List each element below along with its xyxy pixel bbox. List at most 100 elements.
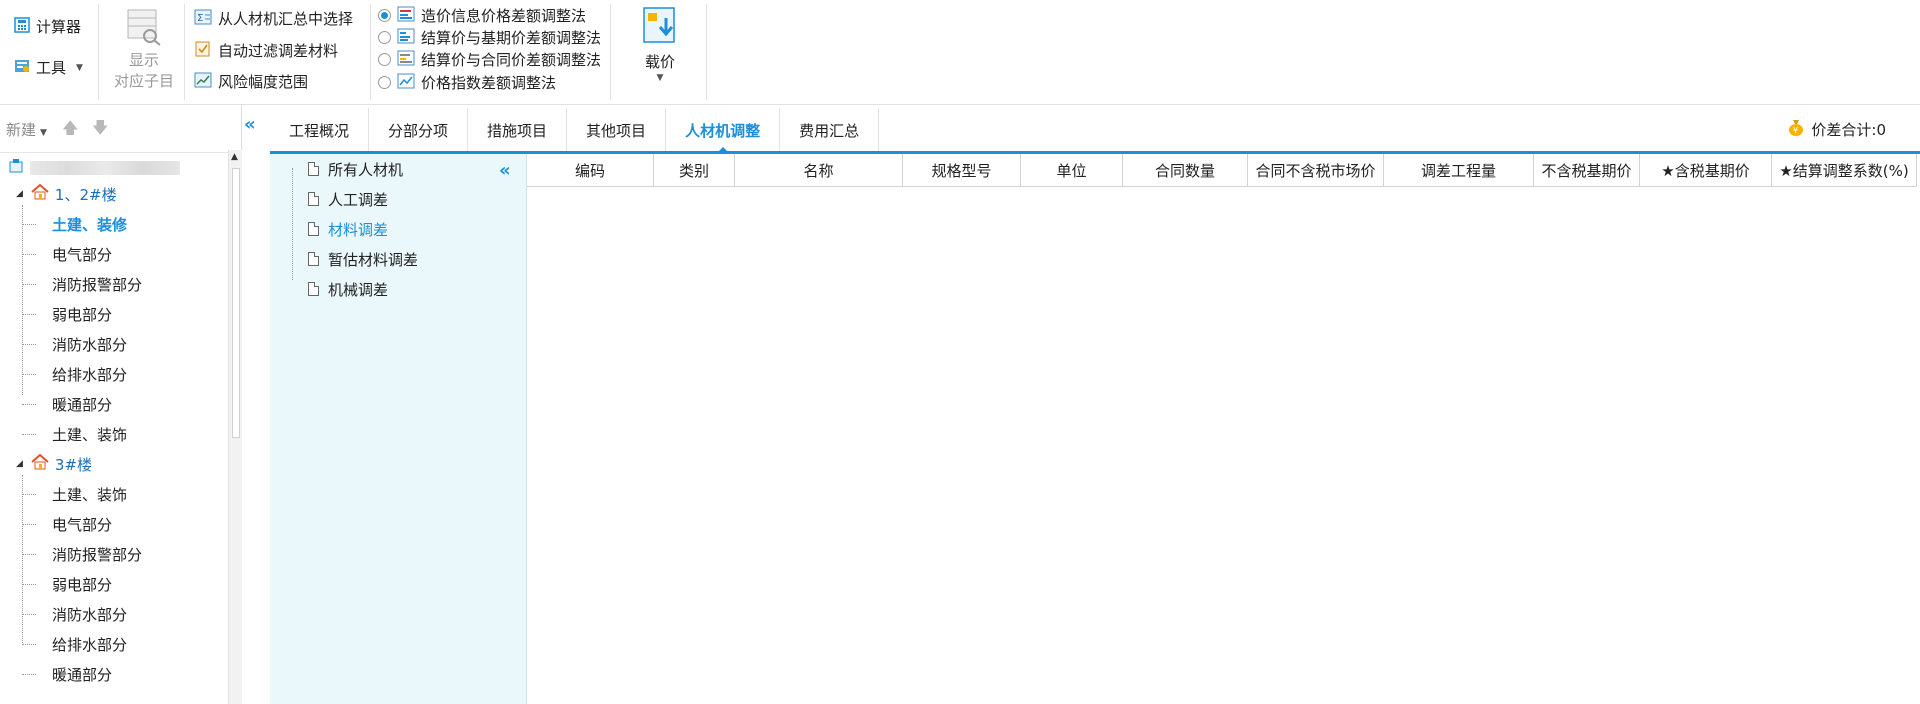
move-down-icon[interactable]: 🡇 [92, 117, 108, 144]
method-icon [397, 73, 415, 93]
tree-leaf-label: 电气部分 [52, 245, 113, 264]
load-price-button[interactable]: 载价 ▼ [626, 4, 694, 83]
project-tree: ◢ 1、2#楼 土建、装修 电气部分 消防报警部分 弱电部分 消防水部分 给排水… [0, 153, 228, 704]
category-provisional-material[interactable]: 暂估材料调差 [308, 246, 418, 272]
column-header-name[interactable]: 名称 [735, 154, 903, 186]
tree-root-label-blurred [30, 161, 180, 175]
method-option-info-price[interactable]: 造价信息价格差额调整法 [378, 5, 586, 26]
tree-leaf-label: 暖通部分 [52, 665, 113, 684]
tree-leaf[interactable]: 弱电部分 [22, 301, 112, 327]
category-label: 材料调差 [328, 220, 389, 239]
column-header-base-price-incl-tax[interactable]: ★含税基期价 [1640, 154, 1772, 186]
column-header-code[interactable]: 编码 [527, 154, 654, 186]
tree-leaf-label: 土建、装修 [52, 215, 128, 234]
tools-icon [14, 58, 30, 78]
chevron-down-icon[interactable]: ▼ [626, 73, 694, 83]
radio-icon[interactable] [378, 76, 391, 89]
column-header-unit[interactable]: 单位 [1021, 154, 1123, 186]
new-button[interactable]: 新建 ▼ [6, 119, 47, 140]
tree-leaf[interactable]: 消防水部分 [22, 601, 127, 627]
scrollbar-thumb[interactable] [232, 168, 240, 438]
tab-measures[interactable]: 措施项目 [468, 108, 568, 152]
category-labor[interactable]: 人工调差 [308, 186, 388, 212]
tree-leaf[interactable]: 电气部分 [22, 241, 112, 267]
house-icon [31, 453, 49, 474]
tree-root[interactable] [8, 155, 180, 181]
column-header-spec[interactable]: 规格型号 [903, 154, 1021, 186]
tree-scrollbar[interactable]: ▲ [228, 150, 242, 704]
risk-range-button[interactable]: 风险幅度范围 [194, 71, 308, 92]
column-header-contract-market-price[interactable]: 合同不含税市场价 [1248, 154, 1384, 186]
column-header-type[interactable]: 类别 [654, 154, 735, 186]
tab-cost-summary[interactable]: 费用汇总 [780, 108, 880, 152]
column-header-contract-qty[interactable]: 合同数量 [1123, 154, 1248, 186]
expand-toggle-icon[interactable]: ◢ [16, 189, 23, 199]
radio-selected-icon[interactable] [378, 9, 391, 22]
tree-leaf-label: 消防报警部分 [52, 275, 143, 294]
scroll-up-icon[interactable]: ▲ [231, 152, 238, 162]
category-machinery[interactable]: 机械调差 [308, 276, 388, 302]
tree-leaf[interactable]: 土建、装饰 [22, 481, 127, 507]
tools-button[interactable]: 工具 ▼ [14, 57, 83, 78]
tree-leaf[interactable]: 电气部分 [22, 511, 112, 537]
move-up-icon[interactable]: 🡅 [62, 117, 78, 144]
house-icon [31, 183, 49, 204]
tree-leaf-label: 弱电部分 [52, 575, 113, 594]
auto-filter-label: 自动过滤调差材料 [218, 42, 339, 60]
ribbon-divider [98, 4, 99, 100]
tab-project-overview[interactable]: 工程概况 [270, 108, 370, 152]
tree-leaf[interactable]: 给排水部分 [22, 631, 127, 657]
tree-leaf-label: 给排水部分 [52, 365, 128, 384]
document-icon [308, 192, 319, 206]
category-label: 所有人材机 [328, 160, 404, 179]
auto-filter-button[interactable]: 自动过滤调差材料 [194, 40, 338, 61]
tree-leaf[interactable]: 暖通部分 [22, 391, 112, 417]
column-header-adjust-qty[interactable]: 调差工程量 [1384, 154, 1534, 186]
radio-icon[interactable] [378, 53, 391, 66]
show-sub-items-button[interactable]: 显示 对应子目 [106, 6, 182, 92]
tree-leaf-label: 土建、装饰 [52, 425, 128, 444]
tools-label: 工具 [36, 59, 67, 77]
ribbon-toolbar: 计算器 工具 ▼ 显示 对应子目 Σ 从人材机汇总中选择 自动过滤调差材料 风险… [0, 0, 1920, 105]
radio-icon[interactable] [378, 31, 391, 44]
tree-toolbar: 新建 ▼ 🡅 🡇 [0, 105, 241, 153]
tree-leaf[interactable]: 给排水部分 [22, 361, 127, 387]
tree-leaf[interactable]: 暖通部分 [22, 661, 112, 687]
tab-resource-adjustment[interactable]: 人材机调整 [666, 108, 781, 153]
column-header-base-price-excl-tax[interactable]: 不含税基期价 [1534, 154, 1640, 186]
method-option-price-index[interactable]: 价格指数差额调整法 [378, 72, 556, 93]
tree-leaf[interactable]: 土建、装修 [22, 211, 127, 237]
tree-leaf[interactable]: 土建、装饰 [22, 421, 127, 447]
method-label: 结算价与合同价差额调整法 [421, 51, 602, 69]
project-icon [8, 158, 24, 178]
tree-leaf[interactable]: 消防报警部分 [22, 541, 142, 567]
collapse-category-icon[interactable]: « [499, 160, 511, 181]
tab-other-items[interactable]: 其他项目 [567, 108, 667, 152]
show-sub-items-label-1: 显示 [128, 51, 159, 69]
expand-toggle-icon[interactable]: ◢ [16, 459, 23, 469]
select-from-summary-button[interactable]: Σ 从人材机汇总中选择 [194, 8, 353, 29]
tree-node-building-3[interactable]: ◢ 3#楼 [16, 451, 92, 477]
tree-leaf[interactable]: 消防水部分 [22, 331, 127, 357]
category-material[interactable]: 材料调差 [308, 216, 388, 242]
price-diff-text: 价差合计:0 [1811, 120, 1886, 139]
tree-leaf-label: 暖通部分 [52, 395, 113, 414]
auto-filter-icon [194, 41, 212, 61]
resource-grid-header: 编码 类别 名称 规格型号 单位 合同数量 合同不含税市场价 调差工程量 不含税… [527, 154, 1917, 187]
svg-text:¥: ¥ [1793, 126, 1798, 135]
column-header-settlement-coefficient[interactable]: ★结算调整系数(%) [1772, 154, 1917, 186]
load-price-label: 载价 [644, 53, 675, 71]
tree-node-building-1[interactable]: ◢ 1、2#楼 [16, 181, 117, 207]
method-option-contract-price[interactable]: 结算价与合同价差额调整法 [378, 49, 601, 70]
tree-leaf[interactable]: 消防报警部分 [22, 271, 142, 297]
calculator-button[interactable]: 计算器 [14, 16, 81, 37]
method-label: 结算价与基期价差额调整法 [421, 29, 602, 47]
method-icon [397, 28, 415, 48]
tab-sub-items[interactable]: 分部分项 [369, 108, 469, 152]
tree-leaf-label: 消防水部分 [52, 335, 128, 354]
collapse-tree-icon[interactable]: « [244, 114, 256, 135]
category-all-resources[interactable]: 所有人材机 [308, 156, 403, 182]
tree-leaf[interactable]: 弱电部分 [22, 571, 112, 597]
method-option-base-price[interactable]: 结算价与基期价差额调整法 [378, 27, 601, 48]
ribbon-divider [610, 4, 611, 100]
